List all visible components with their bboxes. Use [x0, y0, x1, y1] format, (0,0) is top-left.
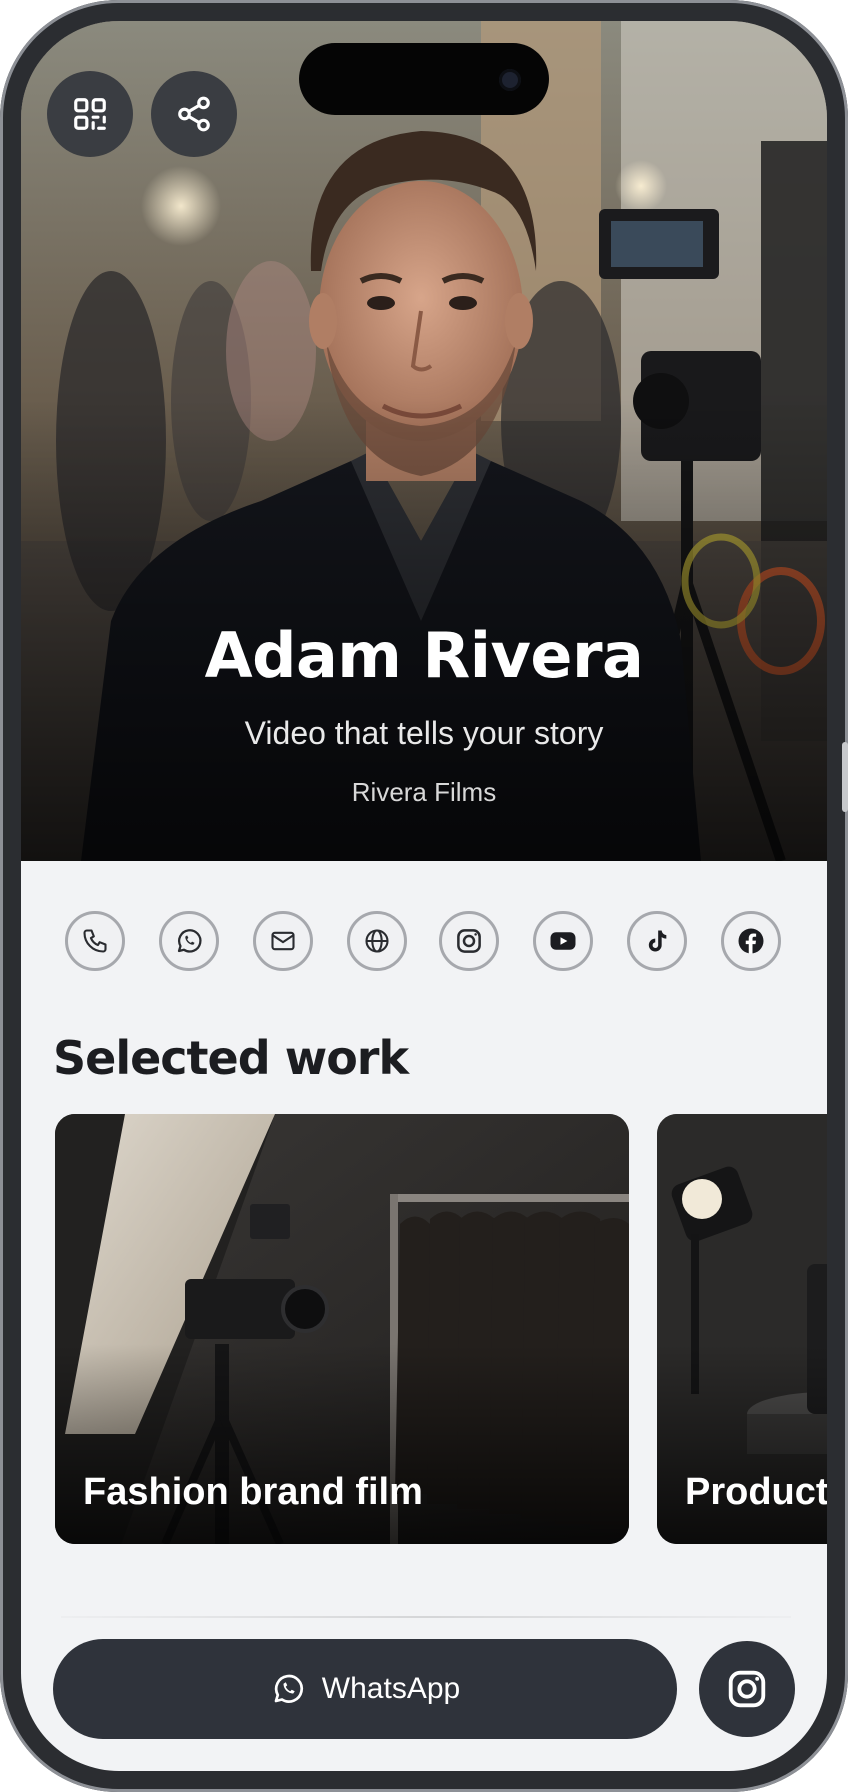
email-link[interactable]: [253, 911, 313, 971]
contact-links: [65, 911, 785, 971]
bottom-bar-divider: [61, 1616, 791, 1618]
tiktok-icon: [648, 930, 667, 952]
work-card-label: Product: [685, 1471, 827, 1513]
screen: Adam Rivera Video that tells your story …: [21, 21, 827, 1771]
phone-frame: Adam Rivera Video that tells your story …: [0, 0, 848, 1792]
phone-side-button: [842, 742, 848, 812]
front-camera: [499, 69, 521, 91]
work-card-product[interactable]: Product: [657, 1114, 827, 1544]
whatsapp-button-label: WhatsApp: [321, 1672, 461, 1705]
instagram-icon: [457, 929, 481, 953]
mail-icon: [271, 931, 295, 951]
qr-code-button[interactable]: [47, 71, 133, 157]
profile-name: Adam Rivera: [204, 619, 644, 692]
youtube-link[interactable]: [533, 911, 593, 971]
whatsapp-button[interactable]: WhatsApp: [53, 1639, 677, 1739]
phone-link[interactable]: [65, 911, 125, 971]
card-shade: [55, 1344, 629, 1544]
whatsapp-link[interactable]: [159, 911, 219, 971]
dynamic-island: [299, 43, 549, 115]
card-shade: [657, 1344, 827, 1544]
tiktok-link[interactable]: [627, 911, 687, 971]
instagram-button[interactable]: [699, 1641, 795, 1737]
share-icon: [178, 96, 210, 132]
whatsapp-icon: [177, 929, 202, 953]
work-card-fashion[interactable]: Fashion brand film: [55, 1114, 629, 1544]
hero-photo: Adam Rivera Video that tells your story …: [21, 21, 827, 861]
whatsapp-icon: [274, 1674, 303, 1703]
share-button[interactable]: [151, 71, 237, 157]
instagram-icon: [728, 1670, 766, 1708]
facebook-link[interactable]: [721, 911, 781, 971]
website-link[interactable]: [347, 911, 407, 971]
work-card-label: Fashion brand film: [83, 1471, 423, 1513]
profile-tagline: Video that tells your story: [244, 715, 604, 751]
phone-icon: [83, 929, 107, 953]
section-title-selected-work: Selected work: [53, 1031, 409, 1085]
instagram-link[interactable]: [439, 911, 499, 971]
globe-icon: [365, 929, 389, 953]
profile-company: Rivera Films: [351, 777, 497, 807]
facebook-icon: [738, 928, 764, 954]
qr-code-icon: [74, 98, 106, 130]
youtube-icon: [550, 932, 576, 950]
